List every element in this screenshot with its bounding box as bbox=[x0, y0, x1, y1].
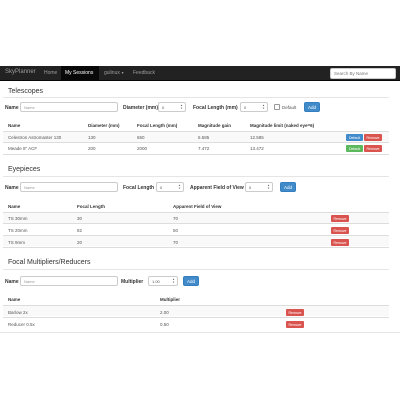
focal-spinner[interactable]: ▲ ▼ bbox=[261, 103, 266, 111]
multiplier-value-cell: 0.50 bbox=[160, 322, 169, 327]
remove-button[interactable]: Remove bbox=[286, 321, 304, 328]
telescope-diameter-label: Diameter (mm) bbox=[123, 105, 159, 111]
spin-down-icon: ▼ bbox=[178, 187, 181, 190]
multiplier-value-cell: 2.00 bbox=[160, 310, 169, 315]
eyepiece-focal-cell: 20 bbox=[77, 240, 83, 245]
telescope-limit-cell: 12.585 bbox=[250, 135, 264, 140]
nav-feedback-label: Feedback bbox=[133, 70, 155, 76]
remove-button[interactable]: Remove bbox=[331, 239, 349, 246]
column-header: Name bbox=[8, 297, 21, 302]
eyepiece-name-cell: TS 9mm bbox=[8, 240, 26, 245]
table-divider bbox=[0, 332, 400, 333]
eyepiece-name-cell: TS 20mm bbox=[8, 228, 28, 233]
spin-down-icon: ▼ bbox=[267, 187, 270, 190]
add-telescope-button[interactable]: Add bbox=[304, 102, 320, 112]
divider bbox=[3, 269, 389, 270]
table-divider bbox=[3, 247, 389, 248]
eyepieces-title: Eyepieces bbox=[8, 166, 41, 173]
default-checkbox-label: Default bbox=[282, 105, 297, 110]
eyepiece-afov-cell: 50 bbox=[173, 228, 179, 233]
table-divider bbox=[3, 317, 389, 318]
multiplier-spinner[interactable]: ▲ ▼ bbox=[171, 277, 176, 285]
column-header: Name bbox=[8, 204, 21, 209]
chevron-down-icon: ▼ bbox=[120, 71, 125, 75]
column-header: Focal Length bbox=[77, 204, 105, 209]
remove-button[interactable]: Remove bbox=[364, 134, 382, 141]
eyepiece-afov-cell: 70 bbox=[173, 216, 179, 221]
table-divider bbox=[3, 223, 389, 224]
divider bbox=[3, 97, 389, 98]
telescope-diameter-cell: 200 bbox=[88, 146, 96, 151]
diameter-spinner[interactable]: ▲ ▼ bbox=[179, 103, 184, 111]
telescope-focal-cell: 2000 bbox=[137, 146, 148, 151]
nav-home[interactable]: Home bbox=[40, 66, 61, 80]
multiplier-name-input[interactable] bbox=[20, 276, 118, 286]
eyepiece-afov-label: Apparent Field of View bbox=[190, 185, 244, 191]
spin-down-icon: ▼ bbox=[180, 107, 183, 110]
telescopes-title: Telescopes bbox=[8, 88, 44, 95]
eyepiece-afov-spinner[interactable]: ▲ ▼ bbox=[266, 183, 271, 191]
table-row bbox=[3, 306, 389, 316]
eyepiece-focal-spinner[interactable]: ▲ ▼ bbox=[177, 183, 182, 191]
column-header: Multiplier bbox=[160, 297, 180, 302]
default-active-button[interactable]: Default bbox=[346, 145, 363, 152]
column-header: Apparent Field of View bbox=[173, 204, 222, 209]
nav-home-label: Home bbox=[44, 70, 58, 76]
eyepiece-name-cell: TS 30mm bbox=[8, 216, 28, 221]
eyepiece-name-input[interactable] bbox=[20, 182, 118, 192]
eyepiece-focal-label: Focal Length bbox=[123, 185, 155, 191]
nav-my-sessions-label: My Sessions bbox=[65, 70, 94, 76]
column-header: Name bbox=[8, 123, 21, 128]
add-eyepiece-button[interactable]: Add bbox=[280, 182, 296, 192]
multiplier-name-cell: Barlow 2x bbox=[8, 310, 28, 315]
navbar: SkyPlanner Home My Sessions gulinux ▼ Fee… bbox=[0, 66, 400, 81]
remove-button[interactable]: Remove bbox=[331, 215, 349, 222]
column-header: Magnitude limit (naked eye=6) bbox=[250, 123, 315, 128]
nav-feedback[interactable]: Feedback bbox=[129, 66, 159, 80]
search-input[interactable] bbox=[330, 68, 396, 79]
multiplier-name-cell: Reducer 0.5x bbox=[8, 322, 35, 327]
multiplier-name-label: Name bbox=[5, 279, 19, 285]
column-header: Magnitude gain bbox=[198, 123, 231, 128]
telescope-focal-cell: 650 bbox=[137, 135, 145, 140]
multiplier-value-label: Multiplier bbox=[121, 279, 144, 285]
spin-down-icon: ▼ bbox=[172, 281, 175, 284]
add-multiplier-button[interactable]: Add bbox=[183, 276, 199, 286]
eyepiece-focal-cell: 82 bbox=[77, 228, 83, 233]
spin-down-icon: ▼ bbox=[262, 107, 265, 110]
telescope-gain-cell: 7.472 bbox=[198, 146, 210, 151]
column-header: Focal Length (mm) bbox=[137, 123, 178, 128]
column-header: Diameter (mm) bbox=[88, 123, 120, 128]
telescope-name-cell: Meade 8" ACF bbox=[8, 146, 38, 151]
telescope-diameter-cell: 130 bbox=[88, 135, 96, 140]
nav-user-label: gulinux bbox=[104, 70, 120, 76]
nav-user-dropdown[interactable]: gulinux ▼ bbox=[100, 66, 128, 80]
nav-my-sessions[interactable]: My Sessions bbox=[61, 66, 99, 80]
remove-button[interactable]: Remove bbox=[331, 227, 349, 234]
remove-button[interactable]: Remove bbox=[286, 309, 304, 316]
multipliers-title: Focal Multipliers/Reducers bbox=[8, 259, 91, 266]
telescope-name-cell: Celestron Astromaster 130 bbox=[8, 135, 62, 140]
eyepiece-name-label: Name bbox=[5, 185, 19, 191]
default-checkbox[interactable] bbox=[274, 104, 280, 110]
telescope-gain-cell: 6.585 bbox=[198, 135, 210, 140]
set-default-button[interactable]: Default bbox=[346, 134, 363, 141]
brand-link[interactable]: SkyPlanner bbox=[5, 69, 36, 75]
divider bbox=[3, 176, 389, 177]
telescope-limit-cell: 13.472 bbox=[250, 146, 264, 151]
table-divider bbox=[3, 142, 389, 143]
table-divider bbox=[3, 154, 389, 155]
telescope-name-input[interactable] bbox=[20, 102, 118, 112]
eyepiece-focal-cell: 30 bbox=[77, 216, 83, 221]
telescope-name-label: Name bbox=[5, 105, 19, 111]
eyepiece-afov-cell: 70 bbox=[173, 240, 179, 245]
telescope-focal-label: Focal Length (mm) bbox=[193, 105, 238, 111]
remove-button[interactable]: Remove bbox=[364, 145, 382, 152]
